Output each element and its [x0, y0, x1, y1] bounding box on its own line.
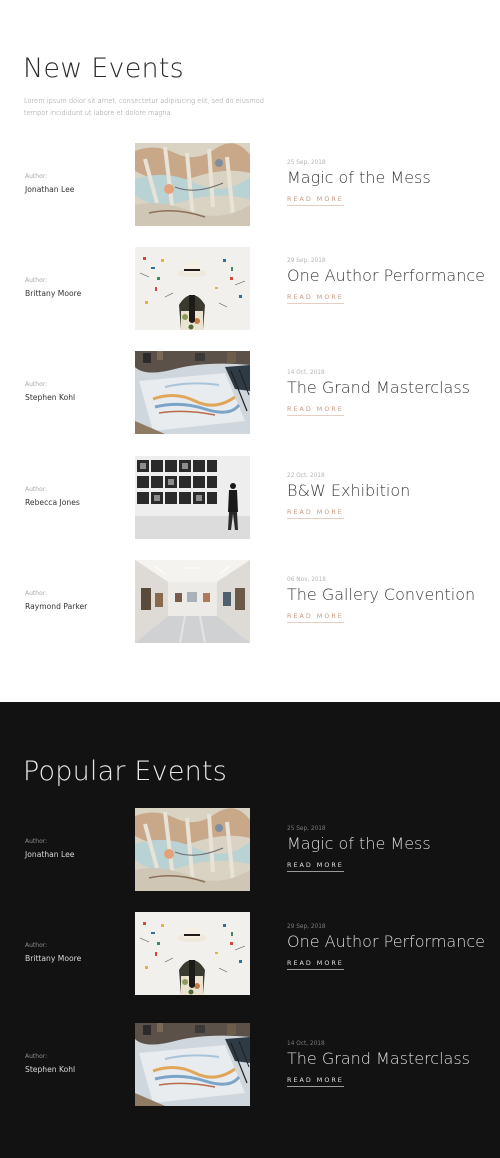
author-name: Jonathan Lee [25, 185, 75, 194]
event-info: 25 Sep, 2018 Magic of the Mess READ MORE [287, 826, 492, 872]
event-date: 25 Sep, 2018 [287, 826, 326, 832]
read-more-link[interactable]: READ MORE [287, 195, 344, 206]
event-row: Author: Stephen Kohl 14 Oct, 2018 The Gr… [0, 351, 500, 435]
author-name: Raymond Parker [25, 602, 88, 611]
event-date: 14 Oct, 2018 [287, 1041, 325, 1047]
event-title[interactable]: Magic of the Mess [287, 835, 492, 852]
event-title[interactable]: The Grand Masterclass [287, 1050, 492, 1067]
new-events-section: New Events Lorem ipsum dolor sit amet, c… [0, 0, 500, 702]
event-info: 25 Sep, 2018 Magic of the Mess READ MORE [287, 160, 492, 206]
event-row: Author: Brittany Moore 29 Sep, 2018 One … [0, 912, 500, 996]
read-more-link[interactable]: READ MORE [287, 612, 344, 623]
abstract-paint-image[interactable] [135, 143, 250, 226]
event-info: 14 Oct, 2018 The Grand Masterclass READ … [287, 1041, 492, 1087]
woman-in-hat-image[interactable] [135, 912, 250, 995]
new-events-title: New Events [23, 53, 184, 84]
event-date: 06 Nov, 2018 [287, 577, 326, 583]
event-title[interactable]: One Author Performance [287, 933, 492, 950]
event-title[interactable]: One Author Performance [287, 267, 492, 284]
event-title[interactable]: B&W Exhibition [287, 482, 492, 499]
event-title[interactable]: The Gallery Convention [287, 586, 492, 603]
author-label: Author: [25, 942, 48, 949]
painting-desk-image[interactable] [135, 1023, 250, 1106]
author-label: Author: [25, 486, 48, 493]
read-more-link[interactable]: READ MORE [287, 293, 344, 304]
event-row: Author: Brittany Moore 29 Sep, 2018 One … [0, 247, 500, 331]
author-name: Stephen Kohl [25, 1065, 76, 1074]
woman-in-hat-image[interactable] [135, 247, 250, 330]
bw-gallery-image[interactable] [135, 456, 250, 539]
new-events-description: Lorem ipsum dolor sit amet, consectetur … [24, 97, 264, 117]
author-label: Author: [25, 838, 48, 845]
author-name: Rebecca Jones [25, 498, 80, 507]
event-info: 29 Sep, 2018 One Author Performance READ… [287, 924, 492, 970]
event-info: 22 Oct, 2018 B&W Exhibition READ MORE [287, 473, 492, 519]
event-date: 29 Sep, 2018 [287, 924, 326, 930]
author-label: Author: [25, 173, 48, 180]
author-label: Author: [25, 1053, 48, 1060]
author-name: Jonathan Lee [25, 850, 75, 859]
author-block: Author: Brittany Moore [25, 942, 125, 963]
event-row: Author: Raymond Parker 06 Nov, 2018 The … [0, 560, 500, 644]
painting-desk-image[interactable] [135, 351, 250, 434]
author-label: Author: [25, 381, 48, 388]
author-label: Author: [25, 590, 48, 597]
author-block: Author: Brittany Moore [25, 277, 125, 298]
author-name: Brittany Moore [25, 289, 82, 298]
author-label: Author: [25, 277, 48, 284]
author-block: Author: Stephen Kohl [25, 1053, 125, 1074]
event-date: 29 Sep, 2018 [287, 258, 326, 264]
author-block: Author: Raymond Parker [25, 590, 125, 611]
event-row: Author: Jonathan Lee 25 Sep, 2018 Magic … [0, 808, 500, 892]
read-more-link[interactable]: READ MORE [287, 508, 344, 519]
event-title[interactable]: Magic of the Mess [287, 169, 492, 186]
event-date: 14 Oct, 2018 [287, 370, 325, 376]
event-row: Author: Stephen Kohl 14 Oct, 2018 The Gr… [0, 1023, 500, 1107]
read-more-link[interactable]: READ MORE [287, 959, 344, 970]
event-date: 25 Sep, 2018 [287, 160, 326, 166]
author-block: Author: Rebecca Jones [25, 486, 125, 507]
read-more-link[interactable]: READ MORE [287, 1076, 344, 1087]
event-info: 14 Oct, 2018 The Grand Masterclass READ … [287, 370, 492, 416]
event-info: 06 Nov, 2018 The Gallery Convention READ… [287, 577, 492, 623]
event-row: Author: Rebecca Jones 22 Oct, 2018 B&W E… [0, 456, 500, 540]
abstract-paint-image[interactable] [135, 808, 250, 891]
event-info: 29 Sep, 2018 One Author Performance READ… [287, 258, 492, 304]
event-title[interactable]: The Grand Masterclass [287, 379, 492, 396]
author-name: Brittany Moore [25, 954, 82, 963]
gallery-hall-image[interactable] [135, 560, 250, 643]
author-block: Author: Jonathan Lee [25, 173, 125, 194]
read-more-link[interactable]: READ MORE [287, 861, 344, 872]
author-block: Author: Jonathan Lee [25, 838, 125, 859]
author-name: Stephen Kohl [25, 393, 76, 402]
event-date: 22 Oct, 2018 [287, 473, 325, 479]
read-more-link[interactable]: READ MORE [287, 405, 344, 416]
popular-events-title: Popular Events [23, 756, 228, 787]
event-row: Author: Jonathan Lee 25 Sep, 2018 Magic … [0, 143, 500, 227]
author-block: Author: Stephen Kohl [25, 381, 125, 402]
popular-events-section: Popular Events Author: Jonathan Lee 25 S… [0, 702, 500, 1158]
